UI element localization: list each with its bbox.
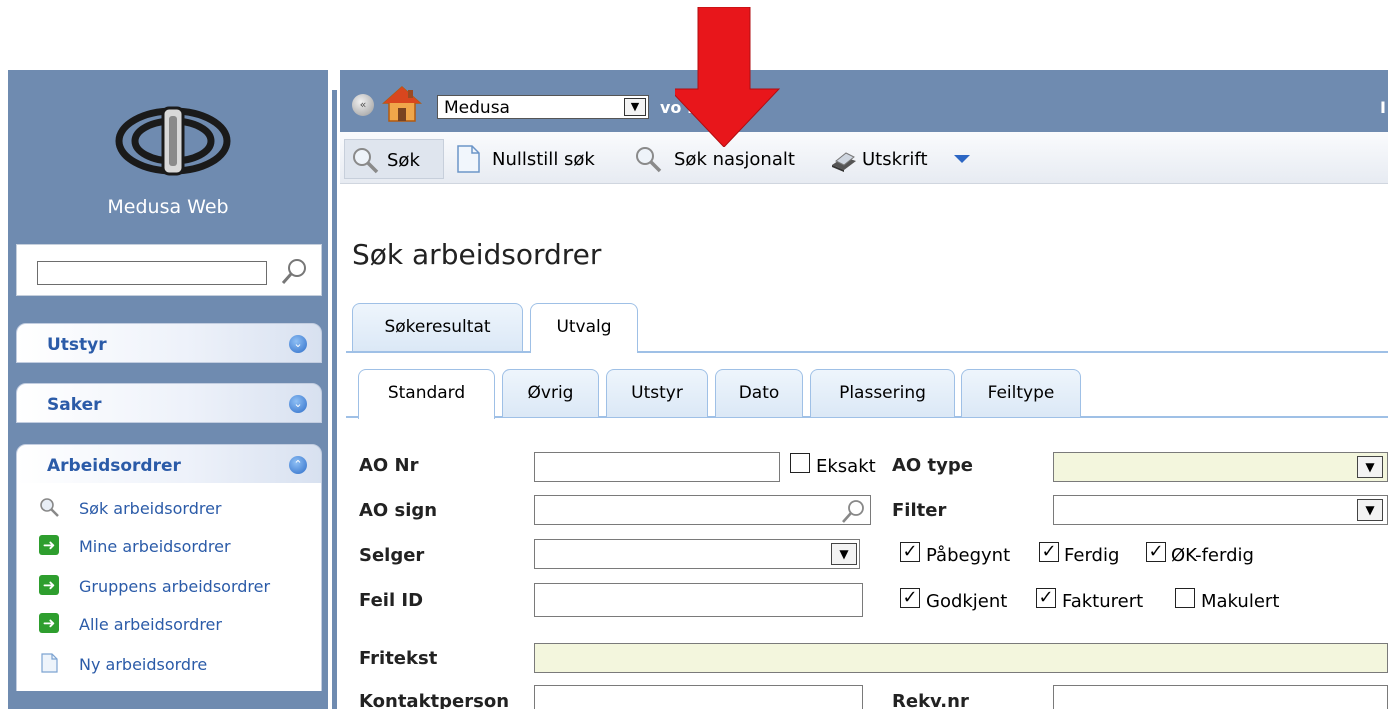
database-select[interactable]: Medusa ▼ — [437, 95, 649, 119]
ao-sign-input[interactable] — [534, 495, 871, 525]
expand-icon[interactable]: ⌄ — [289, 335, 307, 353]
page-title: Søk arbeidsordrer — [352, 238, 602, 271]
tab-feiltype[interactable]: Feiltype — [961, 369, 1081, 417]
menu-item-label: Mine arbeidsordrer — [79, 537, 231, 556]
tab-ovrig[interactable]: Øvrig — [502, 369, 599, 417]
chevron-down-icon[interactable]: ▼ — [1357, 456, 1383, 478]
eksakt-label: Eksakt — [816, 456, 876, 477]
chevron-down-icon[interactable]: ▼ — [1357, 499, 1383, 521]
tab-plassering[interactable]: Plassering — [810, 369, 955, 417]
top-bar: « Medusa ▼ vo .1 I — [340, 70, 1388, 132]
accordion-saker[interactable]: Saker ⌄ — [16, 383, 322, 423]
menu-item-gruppens-arbeidsordrer[interactable]: ➜ Gruppens arbeidsordrer — [17, 569, 323, 601]
app-name: Medusa Web — [107, 196, 229, 218]
chevron-down-icon[interactable]: ▼ — [831, 543, 857, 565]
menu-item-ny-arbeidsordre[interactable]: Ny arbeidsordre — [17, 647, 323, 679]
godkjent-checkbox[interactable]: ✓ — [900, 588, 920, 608]
search-button-label: Søk — [387, 150, 420, 171]
search-icon — [353, 148, 379, 174]
accordion-label: Utstyr — [47, 335, 107, 355]
tab-utvalg[interactable]: Utvalg — [530, 303, 638, 353]
sidebar-search-input[interactable] — [37, 261, 267, 285]
search-icon[interactable] — [279, 257, 309, 287]
selger-select[interactable]: ▼ — [534, 539, 860, 569]
back-icon[interactable]: « — [352, 94, 374, 116]
menu-item-label: Ny arbeidsordre — [79, 655, 208, 674]
green-arrow-icon: ➜ — [39, 535, 59, 555]
chevron-down-icon[interactable] — [954, 155, 970, 163]
red-arrow-annotation — [675, 7, 780, 147]
fakturert-label: Fakturert — [1062, 591, 1144, 612]
godkjent-label: Godkjent — [926, 591, 1008, 612]
fritekst-label: Fritekst — [359, 648, 438, 669]
ok-ferdig-label: ØK-ferdig — [1171, 545, 1254, 566]
kontaktperson-input[interactable] — [534, 685, 863, 709]
tab-divider — [346, 351, 1388, 353]
rekv-nr-input[interactable] — [1053, 685, 1388, 709]
kontaktperson-label: Kontaktperson — [359, 691, 510, 709]
print-button[interactable]: Utskrift — [824, 139, 970, 179]
toolbar: Søk Nullstill søk Søk nasjonalt Utskrift — [340, 132, 1388, 184]
reset-search-button[interactable]: Nullstill søk — [448, 139, 624, 179]
feil-id-input[interactable] — [534, 583, 863, 617]
accordion-label: Arbeidsordrer — [47, 456, 181, 476]
user-indicator: I — [1380, 98, 1386, 117]
ao-type-select[interactable]: ▼ — [1053, 452, 1388, 482]
sidebar: Medusa Web Utstyr ⌄ Saker ⌄ Arbeidsordre… — [8, 70, 328, 709]
ao-nr-label: AO Nr — [359, 455, 419, 476]
pabegynt-label: Påbegynt — [926, 545, 1011, 566]
accordion-label: Saker — [47, 395, 102, 415]
ok-ferdig-checkbox[interactable]: ✓ — [1146, 542, 1166, 562]
menu-item-sok-arbeidsordrer[interactable]: Søk arbeidsordrer — [17, 491, 323, 523]
print-label: Utskrift — [862, 149, 928, 170]
tab-utstyr[interactable]: Utstyr — [606, 369, 708, 417]
national-search-label: Søk nasjonalt — [674, 149, 795, 170]
search-button[interactable]: Søk — [344, 139, 444, 179]
document-icon — [457, 145, 480, 173]
accordion-arbeidsordrer[interactable]: Arbeidsordrer ⌃ — [16, 444, 322, 484]
menu-item-label: Gruppens arbeidsordrer — [79, 577, 271, 596]
tab-standard[interactable]: Standard — [358, 369, 495, 419]
search-icon — [636, 147, 662, 173]
green-arrow-icon: ➜ — [39, 613, 59, 633]
tab-dato[interactable]: Dato — [715, 369, 803, 417]
feil-id-label: Feil ID — [359, 590, 424, 611]
expand-icon[interactable]: ⌄ — [289, 395, 307, 413]
chevron-down-icon[interactable]: ▼ — [624, 98, 646, 116]
database-select-value: Medusa — [444, 98, 510, 118]
filter-label: Filter — [892, 500, 947, 521]
ao-type-label: AO type — [892, 455, 973, 476]
menu-item-alle-arbeidsordrer[interactable]: ➜ Alle arbeidsordrer — [17, 607, 323, 639]
collapse-icon[interactable]: ⌃ — [289, 456, 307, 474]
filter-select[interactable]: ▼ — [1053, 495, 1388, 525]
ferdig-label: Ferdig — [1064, 545, 1120, 566]
makulert-label: Makulert — [1201, 591, 1280, 612]
menu-item-mine-arbeidsordrer[interactable]: ➜ Mine arbeidsordrer — [17, 529, 323, 561]
sidebar-search-box — [16, 244, 322, 296]
menu-item-label: Alle arbeidsordrer — [79, 615, 222, 634]
printer-icon — [832, 152, 856, 172]
ao-sign-label: AO sign — [359, 500, 438, 521]
medusa-logo — [115, 106, 231, 176]
arbeidsordrer-menu: Søk arbeidsordrer ➜ Mine arbeidsordrer ➜… — [16, 483, 322, 691]
accordion-utstyr[interactable]: Utstyr ⌄ — [16, 323, 322, 363]
home-icon[interactable] — [382, 84, 422, 124]
makulert-checkbox[interactable] — [1175, 588, 1195, 608]
menu-item-label: Søk arbeidsordrer — [79, 499, 222, 518]
fakturert-checkbox[interactable]: ✓ — [1036, 588, 1056, 608]
document-icon — [41, 653, 58, 673]
search-icon[interactable] — [840, 498, 866, 524]
ao-nr-input[interactable] — [534, 452, 780, 482]
eksakt-checkbox[interactable] — [790, 453, 810, 473]
rekv-nr-label: Rekv.nr — [892, 691, 969, 709]
ferdig-checkbox[interactable]: ✓ — [1039, 542, 1059, 562]
search-icon — [40, 498, 59, 517]
reset-search-label: Nullstill søk — [492, 149, 595, 170]
green-arrow-icon: ➜ — [39, 575, 59, 595]
pabegynt-checkbox[interactable]: ✓ — [900, 542, 920, 562]
splitter-handle[interactable] — [332, 90, 337, 709]
tab-sokeresultat[interactable]: Søkeresultat — [352, 303, 523, 351]
selger-label: Selger — [359, 545, 425, 566]
fritekst-input[interactable] — [534, 643, 1388, 673]
